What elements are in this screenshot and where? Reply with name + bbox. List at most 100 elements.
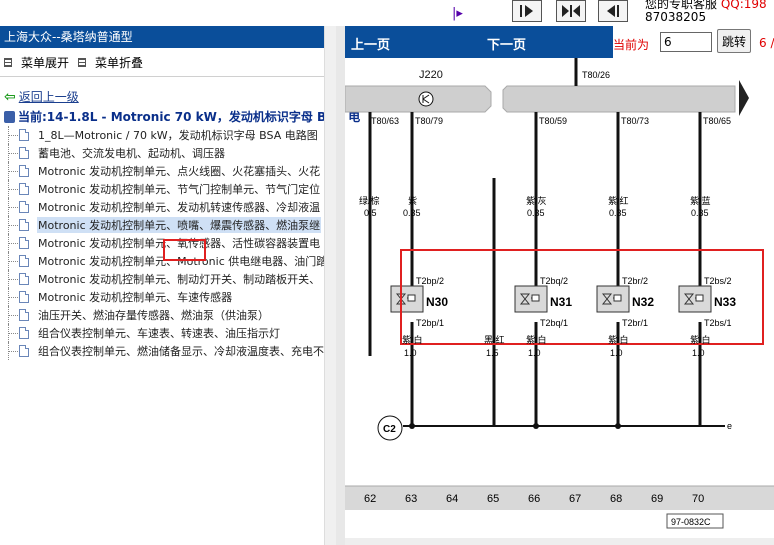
tree-item-label: 组合仪表控制单元、车速表、转速表、油压指示灯 — [38, 327, 280, 340]
document-icon — [19, 201, 29, 213]
list-icon — [4, 58, 12, 67]
tree-item[interactable]: Motronic 发动机控制单元、车速传感器 — [0, 288, 324, 306]
jump-button[interactable]: 跳转 — [717, 29, 751, 53]
right-scrollbar[interactable] — [345, 538, 774, 545]
injector-n31 — [514, 285, 548, 313]
document-icon — [19, 183, 29, 195]
play-next-button[interactable] — [512, 0, 542, 22]
tree-item-label: Motronic 发动机控制单元、发动机转速传感器、冷却液温 — [38, 201, 321, 214]
document-icon — [19, 219, 29, 231]
tree-item[interactable]: Motronic 发动机控制单元、点火线圈、火花塞插头、火花 — [0, 162, 324, 180]
next-page-button[interactable]: 下一页 — [487, 34, 526, 53]
pin-label: T2bq/2 — [540, 276, 568, 286]
page-jump: 当前为 跳转 6 / — [613, 26, 774, 58]
wire-size-label: 1.5 — [486, 348, 499, 358]
catalog-title: 上海大众--桑塔纳普通型 — [0, 26, 336, 48]
tree-item[interactable]: 蓄电池、交流发电机、起动机、调压器 — [0, 144, 324, 162]
tree-item[interactable]: Motronic 发动机控制单元、氧传感器、活性碳容器装置电 — [0, 234, 324, 252]
pin-label-t80-63: T80/63 — [371, 116, 399, 126]
pin-label-t80-65: T80/65 — [703, 116, 731, 126]
document-icon — [19, 327, 29, 339]
menu-bar: 菜单展开 菜单折叠 — [0, 52, 336, 72]
ruler-label: 63 — [405, 493, 417, 505]
ruler-label: 65 — [487, 493, 499, 505]
pin-label: T2bq/1 — [540, 318, 568, 328]
document-icon — [19, 291, 29, 303]
pin-label-t80-59: T80/59 — [539, 116, 567, 126]
wire-size-label: 1.0 — [528, 348, 541, 358]
document-icon — [19, 345, 29, 357]
wire-size-label: 1.0 — [404, 348, 417, 358]
tree-branch — [9, 333, 18, 334]
top-toolbar: |▸ 您的专职客服 QQ:198 87038205 — [0, 0, 774, 26]
playback-icon[interactable]: |▸ — [452, 6, 463, 21]
play-prev-button[interactable] — [598, 0, 628, 22]
tree-item-label: Motronic 发动机控制单元、点火线圈、火花塞插头、火花 — [38, 165, 321, 178]
ruler-label: 66 — [528, 493, 540, 505]
pin-label: T2br/2 — [622, 276, 648, 286]
back-label: 返回上一级 — [18, 90, 79, 104]
play-pause-button[interactable] — [556, 0, 586, 22]
component-label-n33: N33 — [714, 295, 736, 309]
tree-item-label: Motronic 发动机控制单元、制动灯开关、制动踏板开关、 — [38, 273, 321, 286]
wire-color-label: 紫/白 — [402, 334, 423, 345]
transistor-icon — [418, 91, 434, 107]
expand-menu-button[interactable]: 菜单展开 — [4, 54, 69, 71]
tree-branch — [9, 243, 18, 244]
component-label-n30: N30 — [426, 295, 448, 309]
skip-icon — [520, 5, 533, 17]
divider — [0, 76, 336, 77]
tree-item[interactable]: Motronic 发动机控制单元、节气门控制单元、节气门定位 — [0, 180, 324, 198]
back-link[interactable]: ⇦ 返回上一级 — [4, 88, 79, 105]
left-scrollbar[interactable] — [324, 26, 336, 545]
ruler-label: 64 — [446, 493, 458, 505]
tree-item[interactable]: 组合仪表控制单元、车速表、转速表、油压指示灯 — [0, 324, 324, 342]
injector-n33 — [678, 285, 712, 313]
tree-branch — [9, 297, 18, 298]
tree-branch — [9, 207, 18, 208]
tree-item[interactable]: 1_8L—Motronic / 70 kW，发动机标识字母 BSA 电路图 — [0, 126, 324, 144]
ruler-label: 68 — [610, 493, 622, 505]
tree-item[interactable]: Motronic 发动机控制单元、Motronic 供电继电器、油门踏 — [0, 252, 327, 270]
tree-item-label: Motronic 发动机控制单元、喷嘴、爆震传感器、燃油泵继 — [37, 217, 322, 233]
tree-branch — [9, 189, 18, 190]
ruler-label: 69 — [651, 493, 663, 505]
pin-label-t80-26: T80/26 — [582, 70, 610, 80]
panel-divider[interactable] — [336, 26, 345, 545]
tree-branch — [9, 351, 18, 352]
wire-size-label: 0.5 — [364, 208, 377, 218]
wire-size-label: 0.35 — [609, 208, 627, 218]
pin-label: T2bs/1 — [704, 318, 732, 328]
wire-color-label: 黑/红 — [484, 334, 505, 345]
service-qq[interactable]: QQ:198 — [721, 0, 767, 11]
pin-label-t80-79: T80/79 — [415, 116, 443, 126]
prev-page-button[interactable]: 上一页 — [351, 34, 390, 53]
catalog-panel: 上海大众--桑塔纳普通型 菜单展开 菜单折叠 ⇦ 返回上一级 当前:14-1.8… — [0, 26, 360, 545]
wire-color-label: 紫/灰 — [526, 195, 547, 206]
collapse-menu-button[interactable]: 菜单折叠 — [78, 54, 143, 71]
tree-item-label: 组合仪表控制单元、燃油储备显示、冷却液温度表、充电不 — [38, 345, 324, 358]
reference-label: 97-0832C — [671, 517, 711, 527]
tree-item-label: Motronic 发动机控制单元、节气门控制单元、节气门定位 — [38, 183, 321, 196]
tree-branch — [9, 261, 18, 262]
tree-branch — [9, 153, 18, 154]
document-icon — [19, 309, 29, 321]
wire-color-label: 紫/蓝 — [690, 195, 711, 206]
tree-item[interactable]: Motronic 发动机控制单元、制动灯开关、制动踏板开关、 — [0, 270, 324, 288]
tree-item[interactable]: 油压开关、燃油存量传感器、燃油泵（供油泵） — [0, 306, 324, 324]
document-icon — [19, 129, 29, 141]
injector-n32 — [596, 285, 630, 313]
tree-branch — [9, 279, 18, 280]
document-icon — [19, 147, 29, 159]
highlight-box — [163, 239, 206, 261]
pin-label: T2bp/1 — [416, 318, 444, 328]
tree-item[interactable]: Motronic 发动机控制单元、发动机转速传感器、冷却液温 — [0, 198, 324, 216]
current-section-label: 当前:14-1.8L - Motronic 70 kW，发动机标识字母 BSA … — [18, 110, 361, 124]
pin-label: T2br/1 — [622, 318, 648, 328]
page-number-input[interactable] — [660, 32, 712, 52]
page-total: 6 / — [759, 36, 774, 50]
bus-label-e: e — [727, 421, 732, 431]
pin-label: T2bp/2 — [416, 276, 444, 286]
tree-item[interactable]: 组合仪表控制单元、燃油储备显示、冷却液温度表、充电不 — [0, 342, 324, 360]
tree-item-selected[interactable]: Motronic 发动机控制单元、喷嘴、爆震传感器、燃油泵继 — [0, 216, 324, 234]
